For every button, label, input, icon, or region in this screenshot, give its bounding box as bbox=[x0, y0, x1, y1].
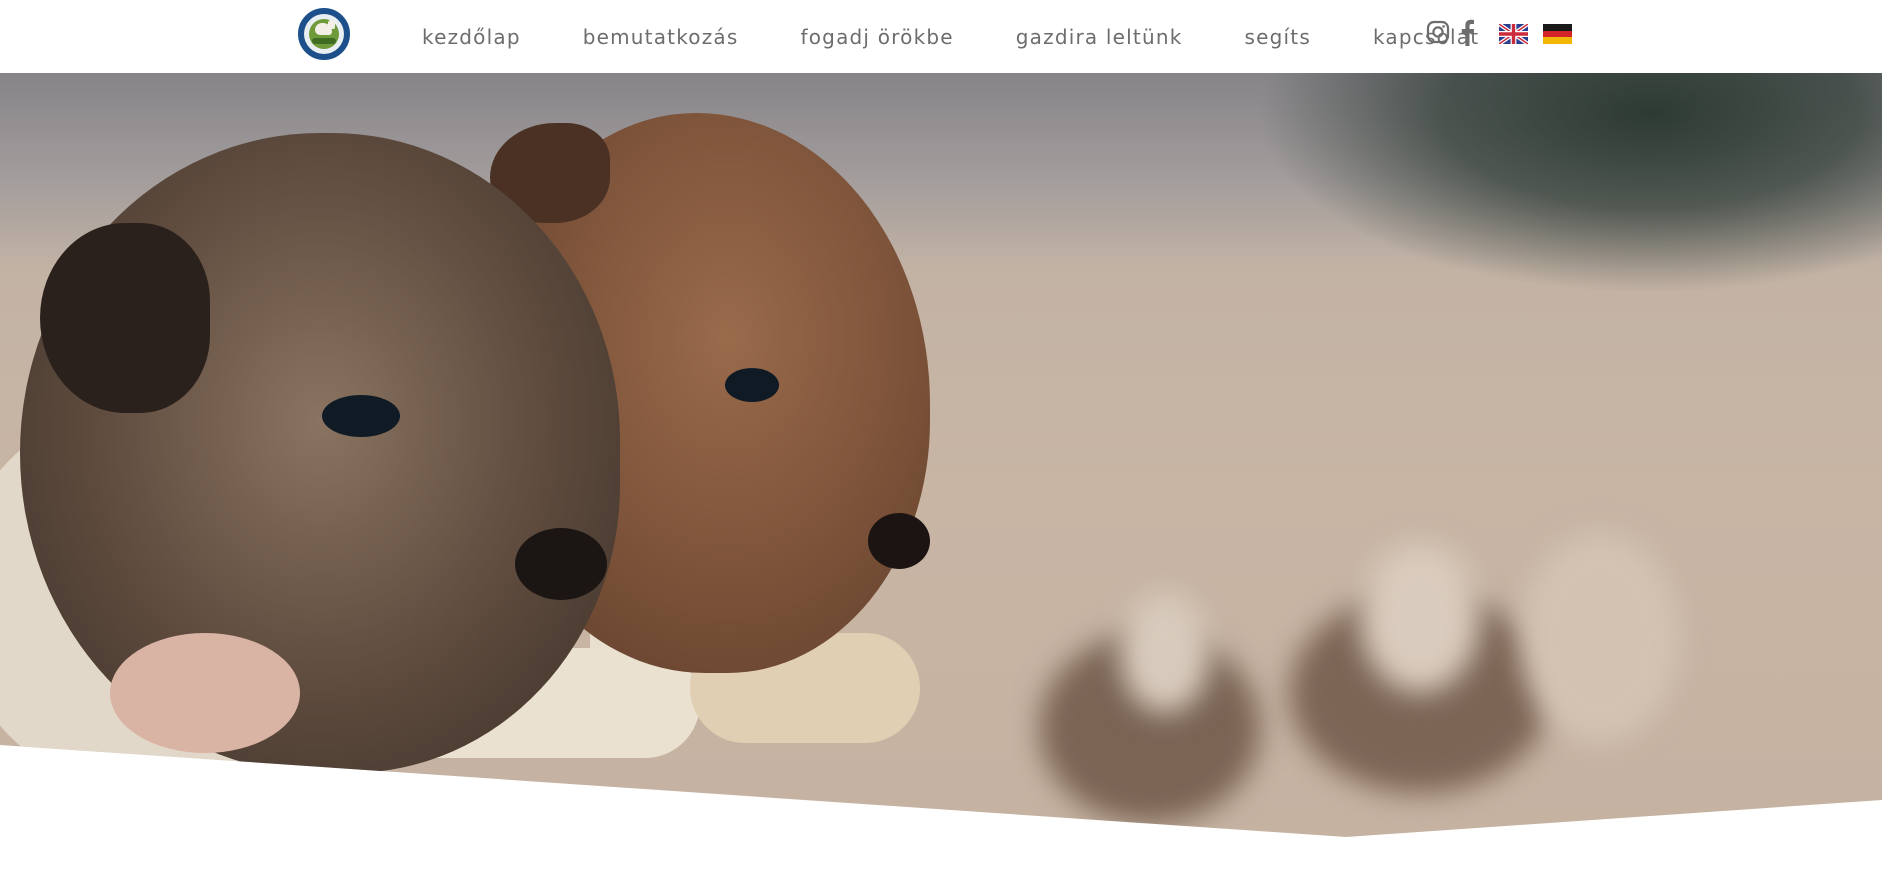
blurred-paw bbox=[1520, 533, 1680, 743]
puppy-paw bbox=[110, 633, 300, 753]
instagram-icon[interactable] bbox=[1426, 20, 1450, 44]
nav-item-kezdolap[interactable]: Kezdőlap bbox=[422, 0, 521, 73]
hero-image bbox=[0, 73, 1882, 837]
puppy-grey-ear bbox=[40, 223, 210, 413]
puppy-grey-eye bbox=[322, 395, 400, 437]
facebook-icon[interactable] bbox=[1459, 18, 1475, 46]
main-nav: Kezdőlap Bemutatkozás Fogadj örökbe Gazd… bbox=[390, 0, 1479, 73]
logo-ground bbox=[312, 38, 336, 44]
flag-stripe-gold bbox=[1543, 37, 1572, 44]
puppy-brown-eye bbox=[725, 368, 779, 402]
flag-stripe-black bbox=[1543, 24, 1572, 31]
blurred-paw bbox=[1360, 543, 1480, 693]
content-start-area bbox=[0, 838, 1882, 896]
site-logo[interactable] bbox=[298, 8, 350, 60]
blurred-paw bbox=[1120, 593, 1210, 713]
germany-flag-icon[interactable] bbox=[1543, 24, 1572, 44]
uk-flag-icon[interactable] bbox=[1499, 24, 1528, 44]
puppy-brown-nose bbox=[868, 513, 930, 569]
site-header: Kezdőlap Bemutatkozás Fogadj örökbe Gazd… bbox=[0, 0, 1882, 73]
nav-item-fogadj-orokbe[interactable]: Fogadj örökbe bbox=[801, 0, 954, 73]
puppy-grey-nose bbox=[515, 528, 607, 600]
nav-item-bemutatkozas[interactable]: Bemutatkozás bbox=[583, 0, 739, 73]
nav-item-segits[interactable]: Segíts bbox=[1245, 0, 1311, 73]
logo-horse-head-icon bbox=[328, 20, 335, 29]
nav-item-gazdira-leltunk[interactable]: Gazdira leltünk bbox=[1016, 0, 1183, 73]
